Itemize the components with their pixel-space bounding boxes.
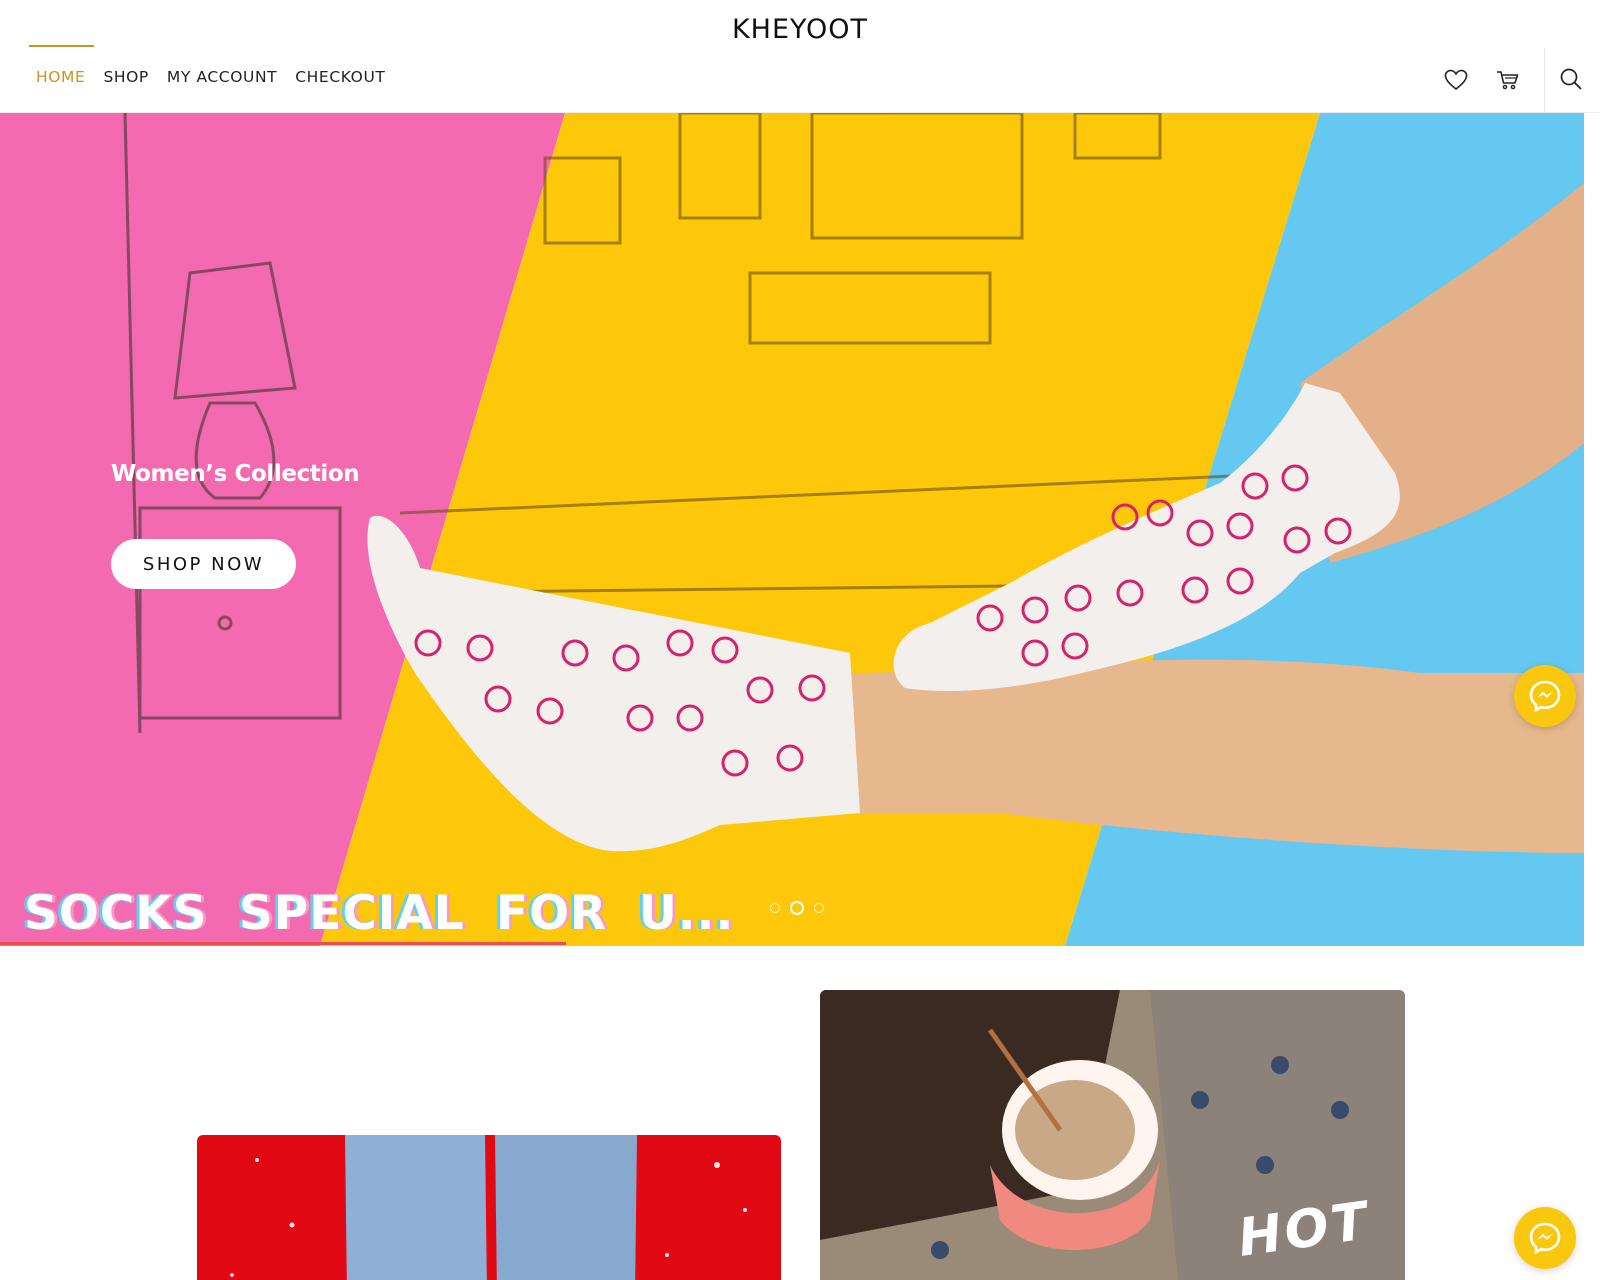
cart-button[interactable] xyxy=(1492,64,1524,96)
slider-dot-1[interactable] xyxy=(770,903,780,913)
wishlist-button[interactable] xyxy=(1440,64,1472,96)
slider-pagination xyxy=(770,901,824,915)
messenger-icon xyxy=(1529,1222,1561,1255)
slider-dot-3[interactable] xyxy=(814,903,824,913)
hero-slider: Women’s Collection SHOP NOW SOCKS SPECIA… xyxy=(0,113,1584,946)
header-divider xyxy=(1544,48,1545,112)
messenger-chat-button-secondary[interactable] xyxy=(1514,1207,1576,1269)
heart-icon xyxy=(1444,69,1468,91)
cart-icon xyxy=(1497,71,1519,90)
nav-item-my-account[interactable]: MY ACCOUNT xyxy=(167,68,277,86)
hero-tagline: SOCKS SPECIAL FOR U... xyxy=(24,886,735,941)
promo-image-left xyxy=(197,1135,781,1280)
hero-image xyxy=(0,113,1584,946)
messenger-chat-button[interactable] xyxy=(1514,665,1576,727)
site-logo[interactable]: KHEYOOT xyxy=(0,14,1600,45)
active-nav-indicator xyxy=(29,45,94,47)
slider-progress-bar xyxy=(0,942,566,945)
hero-subtitle: Women’s Collection xyxy=(111,461,360,487)
nav-item-home[interactable]: HOME xyxy=(36,68,85,86)
slider-dot-2[interactable] xyxy=(790,901,804,915)
promo-card-right[interactable]: HOT xyxy=(820,990,1405,1280)
search-button[interactable] xyxy=(1555,63,1587,95)
main-nav: HOME SHOP MY ACCOUNT CHECKOUT xyxy=(36,68,403,86)
search-icon xyxy=(1560,68,1582,90)
shop-now-button[interactable]: SHOP NOW xyxy=(111,539,296,589)
site-header: KHEYOOT HOME SHOP MY ACCOUNT CHECKOUT xyxy=(0,0,1600,113)
nav-item-checkout[interactable]: CHECKOUT xyxy=(295,68,385,86)
nav-item-shop[interactable]: SHOP xyxy=(103,68,148,86)
messenger-icon xyxy=(1529,680,1561,713)
promo-card-left[interactable] xyxy=(197,1135,781,1280)
